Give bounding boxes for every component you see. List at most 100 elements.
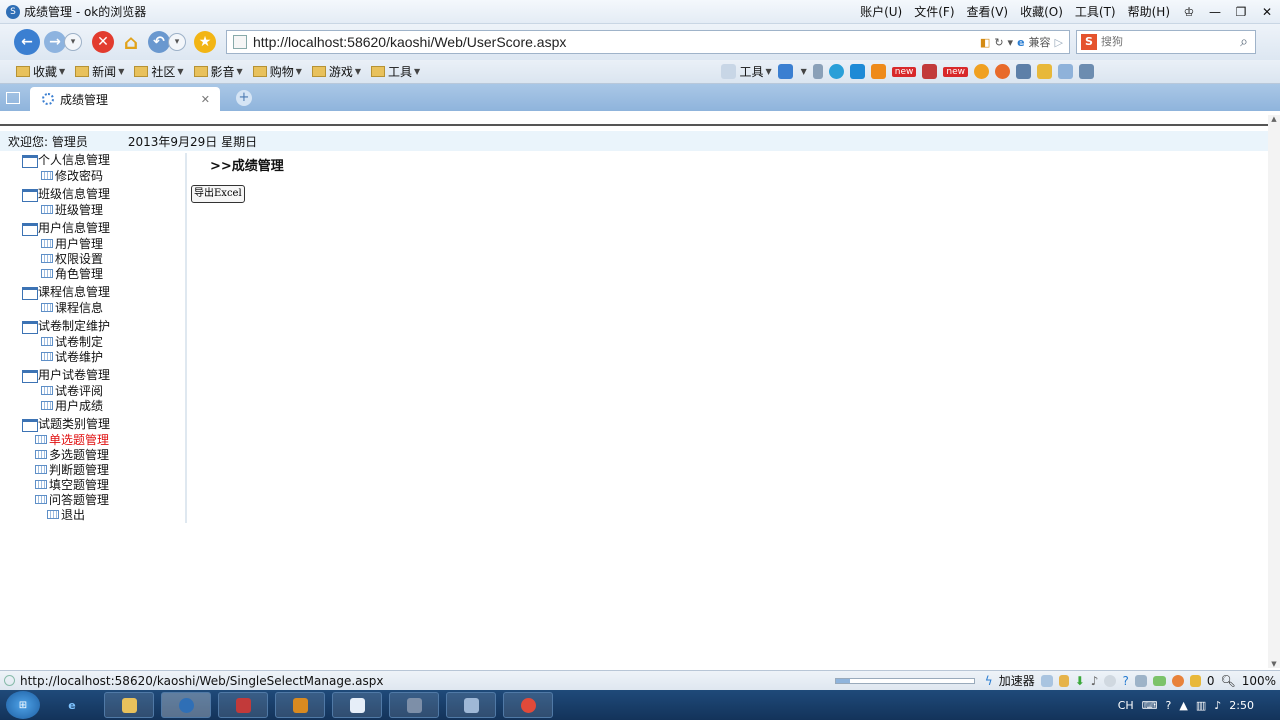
search-icon[interactable]: ⌕	[1233, 34, 1255, 50]
app-taskbar-icon-5[interactable]	[446, 692, 496, 718]
back-icon[interactable]: ←	[14, 29, 40, 55]
search-engine-icon[interactable]: S	[1081, 34, 1097, 50]
help-icon[interactable]: ?	[1122, 674, 1128, 688]
ie-taskbar-icon[interactable]: e	[47, 692, 97, 718]
tree-item-paper-create[interactable]: 试卷制定	[41, 334, 185, 349]
search-box[interactable]: S ⌕	[1076, 30, 1256, 54]
screenshot-icon[interactable]	[1016, 64, 1031, 79]
progress-slider[interactable]	[834, 677, 975, 684]
calendar-icon[interactable]	[922, 64, 938, 79]
menu-view[interactable]: 查看(V)	[961, 3, 1015, 20]
export-excel-button[interactable]: 导出Excel	[191, 185, 245, 203]
settings-icon[interactable]	[1104, 674, 1117, 687]
app-taskbar-icon-6[interactable]	[503, 692, 553, 718]
start-button[interactable]: ⊞	[6, 691, 40, 719]
tree-item-permissions[interactable]: 权限设置	[41, 251, 185, 266]
address-bar[interactable]: http://localhost:58620/kaoshi/Web/UserSc…	[226, 30, 1070, 54]
refresh-icon[interactable]: ↻	[994, 36, 1003, 49]
new-tab-icon[interactable]: +	[236, 90, 252, 106]
eye-icon[interactable]	[995, 64, 1010, 79]
volume-icon[interactable]: ♪	[1214, 699, 1221, 712]
forward-icon[interactable]: →	[44, 31, 66, 53]
compat-mode-label[interactable]: 兼容	[1029, 34, 1051, 50]
fav-shopping[interactable]: 购物 ▼	[252, 63, 302, 80]
app-taskbar-icon-3[interactable]	[332, 692, 382, 718]
scroll-down-icon[interactable]: ▼	[1268, 660, 1280, 668]
minimize-icon[interactable]: —	[1202, 5, 1228, 19]
menu-help[interactable]: 帮助(H)	[1122, 3, 1176, 20]
fav-community[interactable]: 社区 ▼	[134, 63, 184, 80]
tree-group-user-paper[interactable]: 用户试卷管理	[22, 368, 185, 383]
hand-icon[interactable]	[1058, 674, 1069, 687]
tree-item-user-score[interactable]: 用户成绩	[41, 398, 185, 413]
tree-item-true-false[interactable]: 判断题管理	[35, 462, 185, 477]
chevron-down-icon[interactable]: ▼	[801, 67, 807, 76]
tree-item-fill-blank[interactable]: 填空题管理	[35, 477, 185, 492]
tree-item-logout[interactable]: 退出	[47, 507, 185, 522]
fav-media[interactable]: 影音 ▼	[193, 63, 243, 80]
undo-dropdown-icon[interactable]: ▾	[168, 33, 186, 51]
clock[interactable]: 2:50	[1229, 699, 1254, 712]
tree-group-paper[interactable]: 试卷制定维护	[22, 319, 185, 334]
network-icon[interactable]: ▥	[1196, 699, 1206, 712]
scroll-up-icon[interactable]: ▲	[1268, 115, 1280, 123]
undo-close-icon[interactable]: ↶	[148, 31, 170, 53]
grid-icon[interactable]	[1058, 64, 1073, 79]
tree-group-user[interactable]: 用户信息管理	[22, 221, 185, 236]
tree-item-change-password[interactable]: 修改密码	[41, 168, 185, 183]
fav-news[interactable]: 新闻 ▼	[75, 63, 124, 80]
menu-tools[interactable]: 工具(T)	[1069, 3, 1122, 20]
volume-icon[interactable]: ♪	[1091, 674, 1099, 688]
tree-item-course-info[interactable]: 课程信息	[41, 300, 185, 315]
tree-item-paper-review[interactable]: 试卷评阅	[41, 383, 185, 398]
tab-close-icon[interactable]: ✕	[201, 93, 210, 106]
note-icon[interactable]	[1037, 64, 1052, 79]
tree-item-class-manage[interactable]: 班级管理	[41, 202, 185, 217]
favorite-star-icon[interactable]: ★	[194, 31, 216, 53]
vertical-scrollbar[interactable]: ▲ ▼	[1268, 115, 1280, 668]
screen-icon[interactable]	[1134, 674, 1147, 687]
window-icon[interactable]	[1152, 675, 1166, 686]
extension-icon[interactable]: ◧	[980, 36, 990, 49]
tree-item-multi-select[interactable]: 多选题管理	[35, 447, 185, 462]
skin-icon[interactable]: ♔	[1176, 5, 1202, 19]
restore-icon[interactable]: ❐	[1228, 5, 1254, 19]
tree-item-single-select[interactable]: 单选题管理	[35, 432, 185, 447]
address-url[interactable]: http://localhost:58620/kaoshi/Web/UserSc…	[253, 34, 980, 50]
tree-item-paper-maintain[interactable]: 试卷维护	[41, 349, 185, 364]
tree-item-roles[interactable]: 角色管理	[41, 266, 185, 281]
input-language[interactable]: CH	[1118, 699, 1134, 712]
tree-group-personal[interactable]: 个人信息管理	[22, 153, 185, 168]
fav-tools[interactable]: 工具 ▼	[371, 63, 420, 80]
shield-icon[interactable]	[1189, 674, 1201, 687]
network-icon[interactable]	[828, 64, 844, 79]
game-icon[interactable]	[870, 64, 886, 79]
fav-collect[interactable]: 收藏 ▼	[16, 63, 65, 80]
app-taskbar-icon-4[interactable]	[389, 692, 439, 718]
menu-account[interactable]: 账户(U)	[854, 3, 908, 20]
gift-icon[interactable]	[974, 64, 989, 79]
accelerator-label[interactable]: 加速器	[999, 672, 1035, 689]
tree-item-essay[interactable]: 问答题管理	[35, 492, 185, 507]
tree-group-question-type[interactable]: 试题类别管理	[22, 417, 185, 432]
menu-favorites[interactable]: 收藏(O)	[1014, 3, 1069, 20]
sidebar-toggle-icon[interactable]	[6, 91, 20, 104]
tree-group-course[interactable]: 课程信息管理	[22, 285, 185, 300]
menu-file[interactable]: 文件(F)	[908, 3, 960, 20]
help-icon[interactable]: ?	[1166, 699, 1172, 712]
tree-item-user-manage[interactable]: 用户管理	[41, 236, 185, 251]
arrow-icon[interactable]	[812, 64, 823, 79]
fav-games[interactable]: 游戏 ▼	[311, 63, 361, 80]
browser-taskbar-icon[interactable]	[161, 692, 211, 718]
tools-menu[interactable]: 工具 ▼	[721, 63, 772, 80]
search-input[interactable]	[1101, 36, 1233, 48]
address-dropdown-icon[interactable]: ▾	[1008, 36, 1014, 49]
stop-icon[interactable]: ✕	[92, 31, 114, 53]
zoom-icon[interactable]: 🔍︎	[1220, 674, 1235, 688]
tray-expand-icon[interactable]: ▲	[1179, 699, 1187, 712]
close-window-icon[interactable]: ✕	[1254, 5, 1280, 19]
headset-icon[interactable]	[849, 64, 865, 79]
zoom-level[interactable]: 100%	[1242, 674, 1276, 688]
go-icon[interactable]: ▷	[1055, 36, 1063, 49]
mail-icon[interactable]	[777, 64, 793, 79]
